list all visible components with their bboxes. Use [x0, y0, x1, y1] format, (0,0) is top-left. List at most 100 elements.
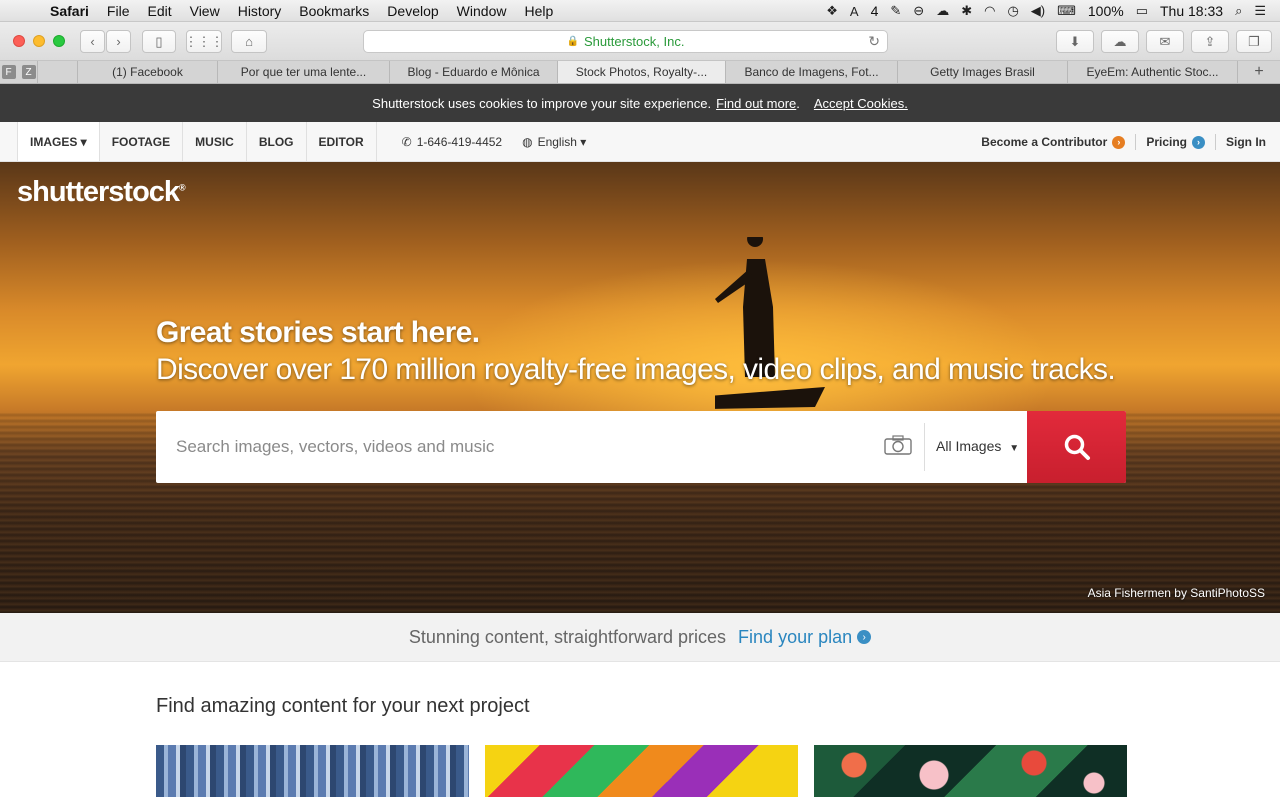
menu-history[interactable]: History	[238, 3, 282, 19]
menu-develop[interactable]: Develop	[387, 3, 438, 19]
phone-text: 1-646-419-4452	[416, 134, 503, 149]
tab-bar: F Z (1) Facebook Por que ter uma lente..…	[0, 61, 1280, 84]
tab-shutterstock[interactable]: Stock Photos, Royalty-...	[558, 61, 726, 83]
mail-button[interactable]: ✉	[1146, 30, 1184, 53]
language-selector[interactable]: ◍ English ▾	[522, 122, 586, 161]
tab-facebook[interactable]: (1) Facebook	[78, 61, 218, 83]
menu-bar: Safari File Edit View History Bookmarks …	[0, 0, 1280, 22]
close-window-button[interactable]	[13, 35, 25, 47]
icloud-button[interactable]: ☁	[1101, 30, 1139, 53]
nav-footage[interactable]: FOOTAGE	[100, 122, 184, 161]
phone-number[interactable]: ✆ 1-646-419-4452	[402, 122, 502, 161]
chevron-right-icon: ›	[116, 34, 121, 49]
top-sites-button[interactable]: ⋮⋮⋮	[185, 30, 224, 53]
headline-line-1: Great stories start here.	[156, 316, 480, 349]
find-out-more-link[interactable]: Find out more	[716, 96, 796, 111]
battery-percent: 100%	[1087, 3, 1124, 19]
find-plan-text: Find your plan	[738, 626, 853, 647]
nav-music[interactable]: MUSIC	[183, 122, 247, 161]
chevron-left-icon: ‹	[90, 34, 95, 49]
tab-lente[interactable]: Por que ter uma lente...	[218, 61, 390, 83]
sidebar-button[interactable]: ▯	[142, 30, 176, 53]
menu-view[interactable]: View	[190, 3, 220, 19]
become-contributor-link[interactable]: Become a Contributor	[981, 135, 1107, 149]
menu-file[interactable]: File	[107, 3, 130, 19]
headline-line-2: Discover over 170 million royalty-free i…	[156, 353, 1116, 386]
site-nav: IMAGES ▾ FOOTAGE MUSIC BLOG EDITOR ✆ 1-6…	[0, 122, 1280, 162]
hero-headline: Great stories start here. Discover over …	[156, 314, 1116, 388]
tab-banco[interactable]: Banco de Imagens, Fot...	[726, 61, 898, 83]
menu-bookmarks[interactable]: Bookmarks	[299, 3, 369, 19]
zoom-window-button[interactable]	[53, 35, 65, 47]
nav-editor[interactable]: EDITOR	[307, 122, 377, 161]
menu-safari[interactable]: Safari	[50, 3, 89, 19]
donotdisturb-icon[interactable]: ⊖	[913, 3, 924, 19]
plan-text: Stunning content, straightforward prices	[408, 626, 727, 647]
menu-edit[interactable]: Edit	[147, 3, 171, 19]
shutterstock-logo[interactable]: shutterstock®	[17, 176, 186, 209]
chevron-right-icon: ›	[1192, 135, 1205, 149]
creative-cloud-icon[interactable]: ☁	[936, 3, 949, 19]
hero-banner: shutterstock® Great stories start here. …	[0, 162, 1280, 613]
cookie-period: .	[796, 95, 800, 111]
thumbnail-geometric[interactable]	[485, 745, 798, 797]
tabs-overview-button[interactable]: ❐	[1236, 30, 1272, 53]
share-button[interactable]: ⇪	[1191, 30, 1229, 53]
reload-icon[interactable]: ↻	[868, 33, 880, 50]
download-icon: ⬇	[1069, 33, 1081, 49]
cookie-message: Shutterstock uses cookies to improve you…	[372, 95, 712, 111]
thumbnail-city[interactable]	[156, 745, 469, 797]
search-button[interactable]	[1027, 411, 1126, 483]
pinned-tab-f[interactable]: F	[1, 65, 16, 79]
volume-icon[interactable]: ◀)	[1031, 3, 1045, 19]
dropbox-icon[interactable]: ❖	[826, 3, 838, 19]
sign-in-link[interactable]: Sign In	[1226, 135, 1266, 149]
plan-strip: Stunning content, straightforward prices…	[0, 613, 1280, 662]
pricing-link[interactable]: Pricing	[1146, 135, 1187, 149]
nav-blog[interactable]: BLOG	[247, 122, 307, 161]
photo-credit[interactable]: Asia Fishermen by SantiPhotoSS	[1088, 586, 1265, 600]
find-plan-link[interactable]: Find your plan ›	[738, 626, 872, 648]
downloads-button[interactable]: ⬇	[1056, 30, 1094, 53]
logo-text: shutterstock	[17, 176, 180, 208]
new-tab-button[interactable]: +	[1238, 61, 1280, 83]
tab-eyeem[interactable]: EyeEm: Authentic Stoc...	[1068, 61, 1238, 83]
chevron-right-icon: ›	[857, 630, 872, 644]
share-icon: ⇪	[1204, 33, 1216, 49]
home-button[interactable]: ⌂	[231, 30, 267, 53]
pinned-tab-z[interactable]: Z	[21, 65, 36, 79]
spotlight-icon[interactable]: ⌕	[1235, 3, 1242, 19]
bluetooth-icon[interactable]: ✱	[961, 3, 972, 19]
cookie-banner: Shutterstock uses cookies to improve you…	[0, 84, 1280, 122]
cloud-icon: ☁	[1113, 33, 1127, 49]
camera-icon[interactable]	[884, 435, 912, 455]
tab-getty[interactable]: Getty Images Brasil	[898, 61, 1068, 83]
evernote-icon[interactable]: ✎	[890, 3, 901, 19]
minimize-window-button[interactable]	[33, 35, 45, 47]
address-bar[interactable]: 🔒 Shutterstock, Inc. ↻	[363, 30, 888, 53]
thumbnail-floral[interactable]	[814, 745, 1127, 797]
nav-divider	[1135, 134, 1137, 150]
globe-icon: ◍	[522, 134, 533, 149]
nav-right: Become a Contributor › Pricing › Sign In	[981, 122, 1266, 162]
section-title: Find amazing content for your next proje…	[156, 695, 530, 717]
image-type-dropdown[interactable]: All Images ▼	[936, 438, 1019, 454]
keyboard-icon[interactable]: ⌨	[1057, 3, 1076, 19]
accept-cookies-link[interactable]: Accept Cookies.	[814, 96, 908, 111]
adobe-icon[interactable]: A	[850, 4, 859, 19]
tab-blog[interactable]: Blog - Eduardo e Mônica	[390, 61, 558, 83]
notification-center-icon[interactable]: ☰	[1254, 3, 1266, 19]
search-input[interactable]	[156, 411, 876, 483]
time-machine-icon[interactable]: ◷	[1007, 3, 1018, 19]
content-thumbnails	[156, 745, 1127, 797]
back-button[interactable]: ‹	[80, 30, 105, 53]
clock[interactable]: Thu 18:33	[1160, 3, 1223, 19]
tabs-icon: ❐	[1248, 33, 1260, 49]
status-area: ❖ A 4 ✎ ⊖ ☁ ✱ ◠ ◷ ◀) ⌨ 100% ▭ Thu 18:33 …	[826, 0, 1280, 22]
nav-images[interactable]: IMAGES ▾	[17, 122, 100, 161]
wifi-icon[interactable]: ◠	[984, 3, 995, 19]
menu-help[interactable]: Help	[524, 3, 553, 19]
battery-icon[interactable]: ▭	[1136, 3, 1148, 19]
forward-button[interactable]: ›	[106, 30, 131, 53]
menu-window[interactable]: Window	[457, 3, 507, 19]
